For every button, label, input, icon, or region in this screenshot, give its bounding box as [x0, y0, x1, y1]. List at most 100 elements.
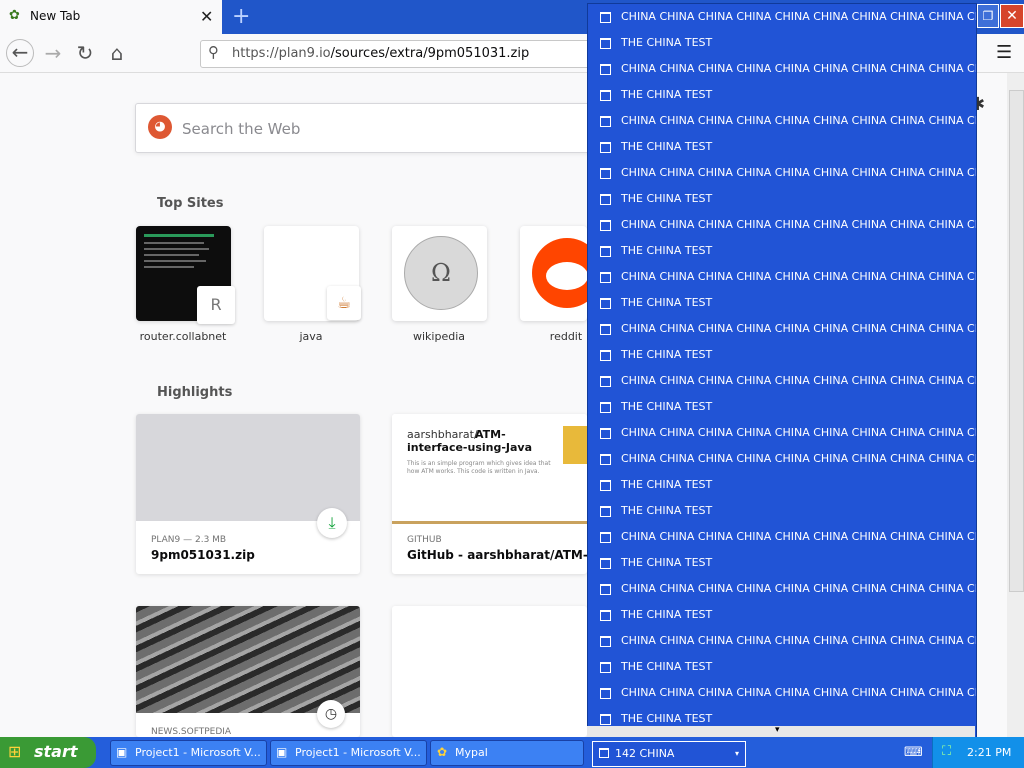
java-icon: ☕: [327, 286, 361, 320]
popup-item-label: CHINA CHINA CHINA CHINA CHINA CHINA CHIN…: [621, 634, 977, 647]
popup-list-item[interactable]: THE CHINA TEST: [588, 342, 976, 368]
popup-item-label: CHINA CHINA CHINA CHINA CHINA CHINA CHIN…: [621, 374, 977, 387]
popup-list-item[interactable]: CHINA CHINA CHINA CHINA CHINA CHINA CHIN…: [588, 108, 976, 134]
folder-icon: [600, 584, 611, 595]
folder-icon: [600, 324, 611, 335]
popup-item-label: CHINA CHINA CHINA CHINA CHINA CHINA CHIN…: [621, 426, 977, 439]
popup-list-item[interactable]: CHINA CHINA CHINA CHINA CHINA CHINA CHIN…: [588, 524, 976, 550]
preview-repo: ATM-: [475, 428, 506, 441]
back-button[interactable]: ←: [6, 39, 34, 67]
popup-item-label: CHINA CHINA CHINA CHINA CHINA CHINA CHIN…: [621, 218, 977, 231]
top-site-label: java: [299, 330, 323, 343]
popup-list-item[interactable]: CHINA CHINA CHINA CHINA CHINA CHINA CHIN…: [588, 316, 976, 342]
network-icon[interactable]: ⛶: [942, 744, 951, 759]
popup-item-label: THE CHINA TEST: [621, 478, 713, 491]
popup-item-label: THE CHINA TEST: [621, 660, 713, 673]
popup-item-label: CHINA CHINA CHINA CHINA CHINA CHINA CHIN…: [621, 62, 977, 75]
hamburger-menu-icon[interactable]: ☰: [996, 42, 1012, 63]
popup-item-label: THE CHINA TEST: [621, 192, 713, 205]
start-label: start: [34, 742, 78, 761]
popup-item-label: THE CHINA TEST: [621, 348, 713, 361]
popup-item-label: CHINA CHINA CHINA CHINA CHINA CHINA CHIN…: [621, 270, 977, 283]
close-tab-icon[interactable]: ✕: [200, 7, 213, 26]
vb-app-icon: ▣: [276, 745, 288, 759]
download-icon: ⤓: [317, 508, 347, 538]
folder-icon: [600, 220, 611, 231]
popup-list-item[interactable]: THE CHINA TEST: [588, 472, 976, 498]
folder-icon: [600, 376, 611, 387]
mypal-icon: ✿: [437, 745, 448, 759]
close-window-button[interactable]: ✕: [1000, 4, 1024, 28]
popup-list-item[interactable]: CHINA CHINA CHINA CHINA CHINA CHINA CHIN…: [588, 4, 976, 30]
popup-list-item[interactable]: CHINA CHINA CHINA CHINA CHINA CHINA CHIN…: [588, 56, 976, 82]
popup-list-item[interactable]: CHINA CHINA CHINA CHINA CHINA CHINA CHIN…: [588, 212, 976, 238]
folder-icon: [600, 168, 611, 179]
popup-list-item[interactable]: THE CHINA TEST: [588, 82, 976, 108]
vb-app-icon: ▣: [116, 745, 128, 759]
home-button[interactable]: ⌂: [104, 41, 130, 65]
scroll-down-arrow-icon[interactable]: ▾: [775, 725, 780, 735]
top-site-label: router.collabnet: [139, 330, 227, 343]
folder-icon: [600, 662, 611, 673]
preview-repo-line2: interface-using-Java: [407, 441, 533, 454]
popup-list-item[interactable]: THE CHINA TEST: [588, 290, 976, 316]
popup-list-item[interactable]: CHINA CHINA CHINA CHINA CHINA CHINA CHIN…: [588, 680, 976, 706]
chevron-down-icon[interactable]: ▾: [735, 749, 739, 758]
folder-icon: [600, 558, 611, 569]
popup-list-item[interactable]: CHINA CHINA CHINA CHINA CHINA CHINA CHIN…: [588, 576, 976, 602]
popup-list-item[interactable]: CHINA CHINA CHINA CHINA CHINA CHINA CHIN…: [588, 264, 976, 290]
popup-list-item[interactable]: THE CHINA TEST: [588, 498, 976, 524]
popup-item-label: CHINA CHINA CHINA CHINA CHINA CHINA CHIN…: [621, 166, 977, 179]
folder-icon: [600, 532, 611, 543]
popup-list-item[interactable]: CHINA CHINA CHINA CHINA CHINA CHINA CHIN…: [588, 420, 976, 446]
popup-list-item[interactable]: THE CHINA TEST: [588, 550, 976, 576]
forward-button[interactable]: →: [40, 41, 66, 65]
folder-icon: [600, 610, 611, 621]
popup-list-item[interactable]: THE CHINA TEST: [588, 186, 976, 212]
popup-item-label: THE CHINA TEST: [621, 88, 713, 101]
reload-button[interactable]: ↻: [72, 41, 98, 65]
page-scrollbar-thumb[interactable]: [1009, 90, 1024, 592]
new-tab-button[interactable]: +: [232, 4, 250, 29]
popup-list-item[interactable]: THE CHINA TEST: [588, 30, 976, 56]
mypal-icon: ✿: [9, 8, 20, 23]
folder-icon: [600, 142, 611, 153]
card-meta: NEWS.SOFTPEDIA: [151, 727, 232, 737]
router-badge: R: [197, 286, 235, 324]
folder-icon: [600, 38, 611, 49]
popup-item-label: CHINA CHINA CHINA CHINA CHINA CHINA CHIN…: [621, 686, 977, 699]
folder-icon: [600, 64, 611, 75]
avatar: [563, 426, 587, 464]
folder-icon: [600, 272, 611, 283]
popup-list-item[interactable]: CHINA CHINA CHINA CHINA CHINA CHINA CHIN…: [588, 446, 976, 472]
popup-list-item[interactable]: THE CHINA TEST: [588, 134, 976, 160]
popup-list-item[interactable]: CHINA CHINA CHINA CHINA CHINA CHINA CHIN…: [588, 160, 976, 186]
popup-list-item[interactable]: CHINA CHINA CHINA CHINA CHINA CHINA CHIN…: [588, 628, 976, 654]
top-site-reddit[interactable]: [520, 226, 587, 321]
popup-item-label: THE CHINA TEST: [621, 140, 713, 153]
popup-list-item[interactable]: THE CHINA TEST: [588, 238, 976, 264]
keyboard-image: [136, 606, 360, 713]
popup-item-label: CHINA CHINA CHINA CHINA CHINA CHINA CHIN…: [621, 452, 977, 465]
search-icon: ⚲: [208, 43, 219, 61]
taskbar-button-mypal[interactable]: [430, 740, 584, 766]
popup-list-item[interactable]: CHINA CHINA CHINA CHINA CHINA CHINA CHIN…: [588, 368, 976, 394]
highlight-card-empty[interactable]: [392, 606, 587, 737]
top-sites-title: Top Sites: [157, 196, 224, 211]
popup-scroll-strip[interactable]: [587, 726, 975, 737]
keyboard-icon[interactable]: ⌨: [904, 745, 923, 760]
top-site-wikipedia[interactable]: Ω: [392, 226, 487, 321]
windows-logo-icon: ⊞: [8, 742, 22, 761]
popup-list-item[interactable]: THE CHINA TEST: [588, 654, 976, 680]
folder-icon: [600, 246, 611, 257]
highlights-title: Highlights: [157, 385, 233, 400]
folder-icon: [600, 454, 611, 465]
dropdown-list-popup[interactable]: CHINA CHINA CHINA CHINA CHINA CHINA CHIN…: [587, 3, 977, 739]
popup-list-item[interactable]: THE CHINA TEST: [588, 394, 976, 420]
popup-list-item[interactable]: THE CHINA TEST: [588, 602, 976, 628]
restore-window-button[interactable]: ❐: [977, 4, 999, 28]
url-path: /sources/extra/9pm051031.zip: [330, 46, 530, 61]
taskbar-clock: 2:21 PM: [967, 746, 1012, 759]
folder-icon: [600, 90, 611, 101]
folder-icon: [600, 688, 611, 699]
